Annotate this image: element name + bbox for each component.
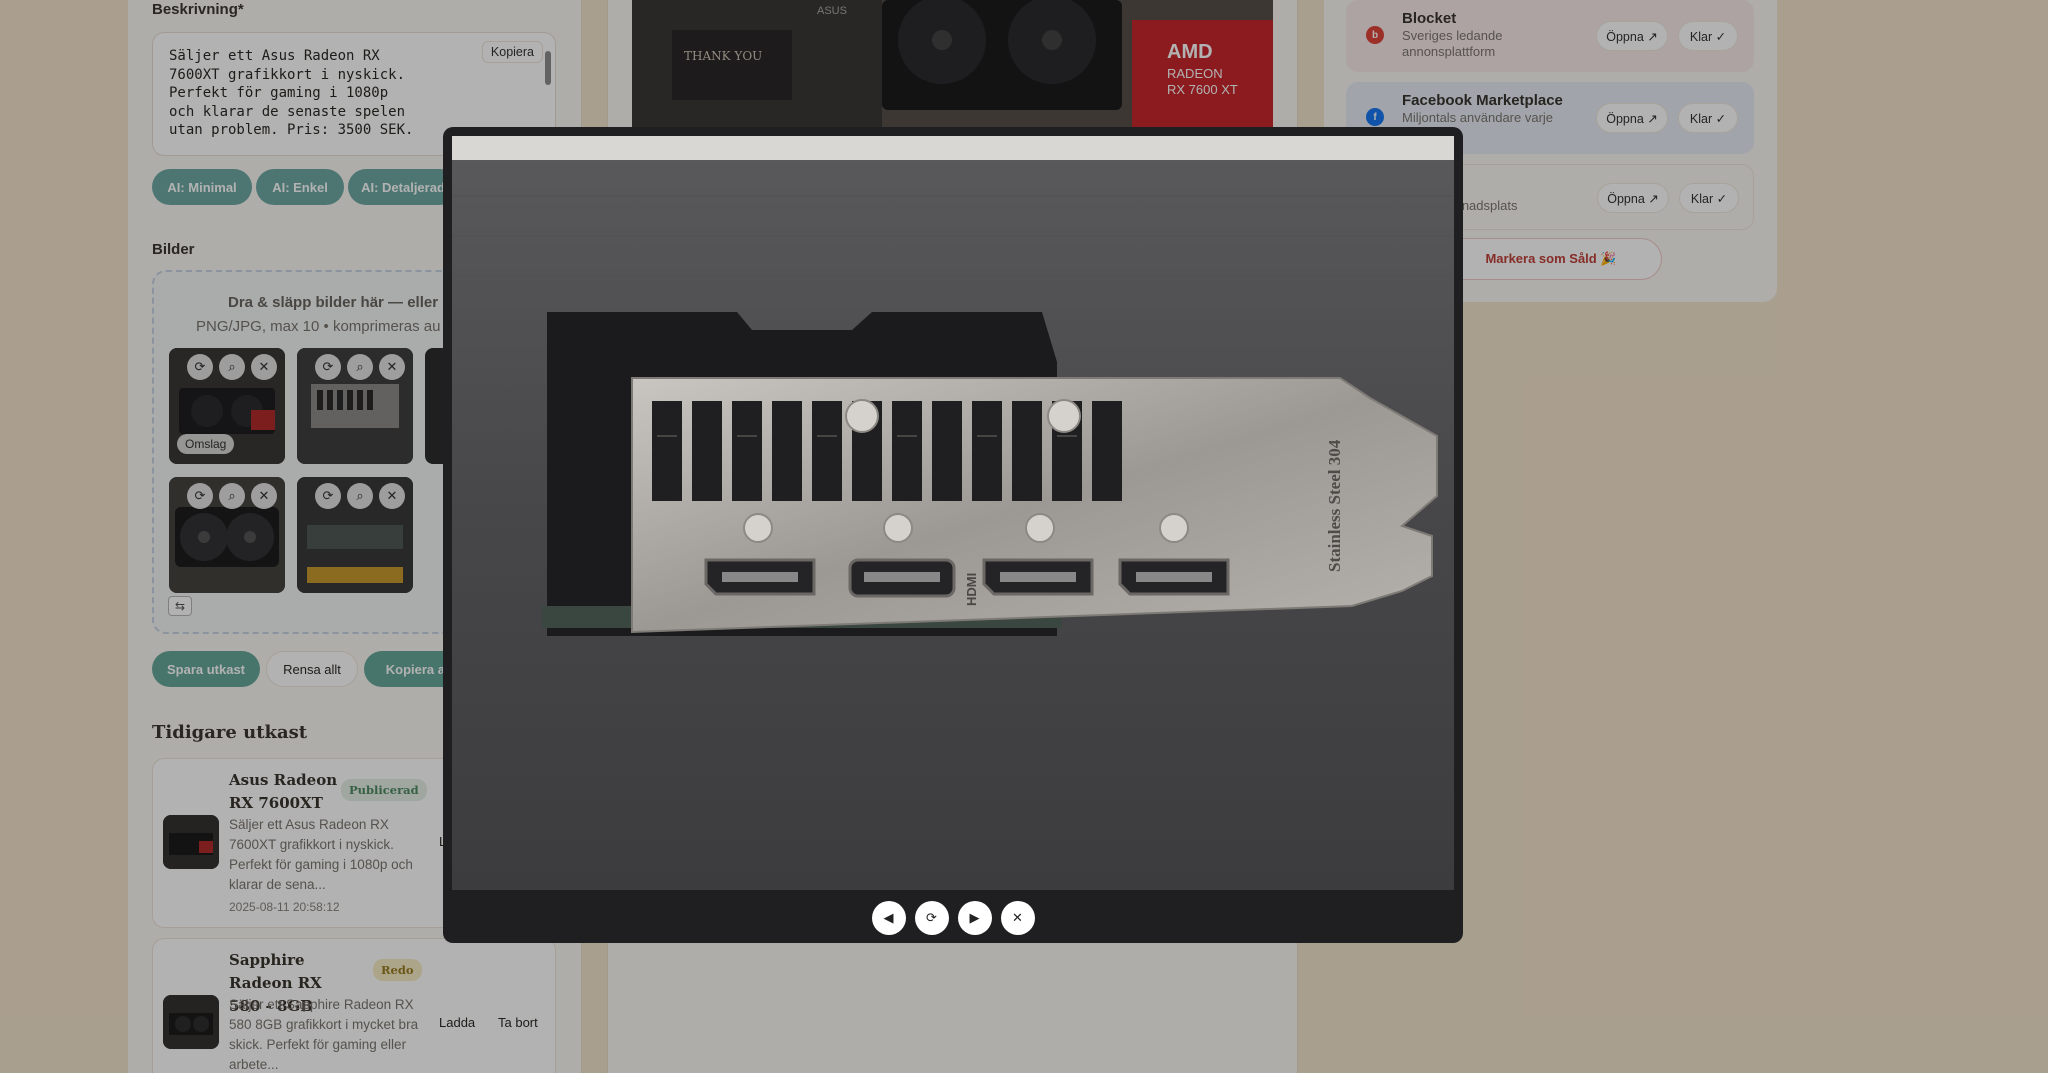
previous-icon[interactable]: ◀ — [871, 901, 906, 935]
lightbox-image: HDMI Stainless Steel 304 — [452, 136, 1454, 890]
hdmi-label: HDMI — [964, 573, 979, 606]
bracket-engraving: Stainless Steel 304 — [1325, 439, 1344, 572]
rotate-icon[interactable]: ⟳ — [914, 901, 949, 935]
close-icon[interactable]: ✕ — [1000, 901, 1035, 935]
next-icon[interactable]: ▶ — [957, 901, 992, 935]
lightbox-controls: ◀ ⟳ ▶ ✕ — [443, 901, 1463, 935]
image-lightbox: HDMI Stainless Steel 304 ◀ ⟳ ▶ ✕ — [443, 127, 1463, 943]
